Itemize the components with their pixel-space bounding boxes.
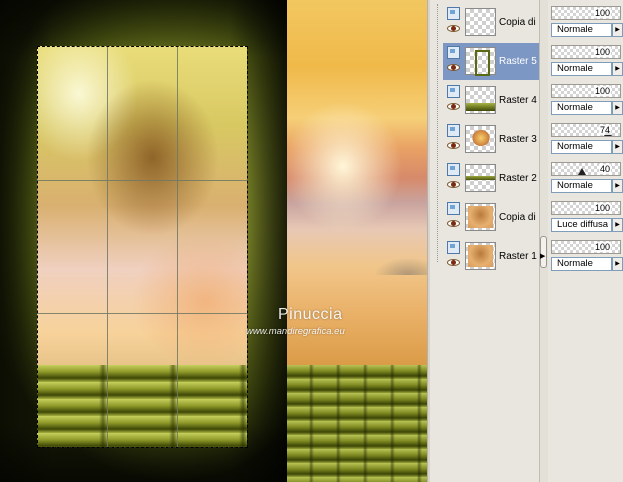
layer-row[interactable]: Raster 4 — [443, 82, 540, 119]
layer-group-icon[interactable] — [447, 85, 460, 98]
opacity-value: 100 — [593, 203, 611, 213]
layer-row[interactable]: Raster 1 — [443, 238, 540, 275]
opacity-value: 74 — [598, 125, 611, 135]
blend-dropdown-arrow-icon[interactable]: ▶ — [612, 179, 623, 193]
blend-dropdown-arrow-icon[interactable]: ▶ — [612, 218, 623, 232]
layer-group-icon[interactable] — [447, 163, 460, 176]
layer-thumbnail — [465, 164, 496, 192]
layer-row[interactable]: Raster 5 — [443, 43, 540, 80]
selection-marquee[interactable] — [37, 46, 248, 448]
visibility-eye-icon[interactable] — [447, 64, 460, 71]
layer-name[interactable]: Raster 2 — [499, 173, 537, 184]
layer-name[interactable]: Copia di — [499, 17, 536, 28]
blend-mode-select[interactable]: Normale — [551, 179, 612, 193]
blend-mode-select[interactable]: Normale — [551, 101, 612, 115]
layer-group-icon[interactable] — [447, 7, 460, 20]
visibility-eye-icon[interactable] — [447, 220, 460, 227]
layer-properties-row: 100 Normale ▶ — [549, 82, 623, 119]
layer-thumbnail — [465, 47, 496, 76]
visibility-eye-icon[interactable] — [447, 25, 460, 32]
layer-group-icon[interactable] — [447, 124, 460, 137]
layer-properties-row: 100 Normale ▶ — [549, 238, 623, 275]
blend-dropdown-arrow-icon[interactable]: ▶ — [612, 140, 623, 154]
layer-properties-row: 74 Normale ▶ — [549, 121, 623, 158]
watermark-name: Pinuccia — [278, 306, 343, 323]
image-canvas[interactable]: Pinuccia www.mandiregrafica.eu — [0, 0, 427, 482]
blend-mode-select[interactable]: Normale — [551, 23, 612, 37]
opacity-slider-handle[interactable] — [578, 168, 586, 175]
sunset-hill — [360, 225, 427, 275]
layer-group-icon[interactable] — [447, 202, 460, 215]
opacity-value: 100 — [593, 86, 611, 96]
opacity-value: 40 — [598, 164, 611, 174]
opacity-value: 100 — [593, 242, 611, 252]
visibility-eye-icon[interactable] — [447, 103, 460, 110]
blend-mode-select[interactable]: Normale — [551, 62, 612, 76]
layer-properties-row: 100 Normale ▶ — [549, 43, 623, 80]
blend-dropdown-arrow-icon[interactable]: ▶ — [612, 257, 623, 271]
opacity-value: 100 — [593, 8, 611, 18]
layer-name[interactable]: Raster 1 — [499, 251, 537, 262]
striped-floor-right — [287, 365, 427, 482]
blend-mode-select[interactable]: Normale — [551, 257, 612, 271]
layer-thumbnail — [465, 203, 496, 231]
watermark-url: www.mandiregrafica.eu — [246, 326, 345, 337]
layer-name[interactable]: Copia di — [499, 212, 536, 223]
layer-group-icon[interactable] — [447, 241, 460, 254]
layer-thumbnail — [465, 86, 496, 114]
layer-name[interactable]: Raster 5 — [499, 56, 537, 67]
layer-properties-row: 100 Normale ▶ — [549, 4, 623, 41]
layer-row[interactable]: Copia di — [443, 4, 540, 41]
layer-group-icon[interactable] — [447, 46, 460, 59]
visibility-eye-icon[interactable] — [447, 181, 460, 188]
layer-name[interactable]: Raster 4 — [499, 95, 537, 106]
layer-row[interactable]: Raster 2 — [443, 160, 540, 197]
blend-mode-select[interactable]: Luce diffusa — [551, 218, 612, 232]
layer-row[interactable]: Copia di — [443, 199, 540, 236]
visibility-eye-icon[interactable] — [447, 142, 460, 149]
layer-thumbnail — [465, 242, 496, 270]
blend-dropdown-arrow-icon[interactable]: ▶ — [612, 62, 623, 76]
layer-name[interactable]: Raster 3 — [499, 134, 537, 145]
blend-mode-select[interactable]: Normale — [551, 140, 612, 154]
opacity-value: 100 — [593, 47, 611, 57]
layer-thumbnail — [465, 125, 496, 153]
blend-dropdown-arrow-icon[interactable]: ▶ — [612, 23, 623, 37]
layer-properties-row: 40 Normale ▶ — [549, 160, 623, 197]
visibility-eye-icon[interactable] — [447, 259, 460, 266]
layer-properties-row: 100 Luce diffusa ▶ — [549, 199, 623, 236]
layer-row[interactable]: Raster 3 — [443, 121, 540, 158]
layer-thumbnail — [465, 8, 496, 36]
layer-tree-lines — [437, 4, 439, 262]
expand-arrow-icon[interactable]: ▶ — [540, 252, 545, 260]
blend-dropdown-arrow-icon[interactable]: ▶ — [612, 101, 623, 115]
